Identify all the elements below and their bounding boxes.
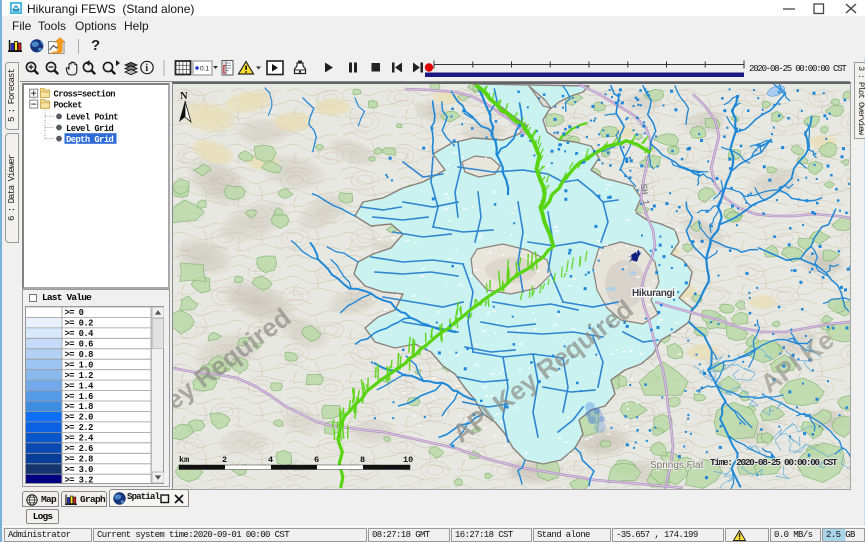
svg-text:>= 1.4: >= 1.4 — [65, 381, 95, 391]
svg-text:>= 1.8: >= 1.8 — [65, 402, 94, 412]
svg-text:Level Point: Level Point — [66, 113, 118, 123]
svg-text:Pocket: Pocket — [54, 101, 83, 111]
svg-text:2020-08-25 00:00:00 CST: 2020-08-25 00:00:00 CST — [749, 64, 847, 74]
svg-text:>= 2.0: >= 2.0 — [65, 413, 94, 423]
svg-text:km: km — [179, 455, 189, 465]
svg-text:>= 0.8: >= 0.8 — [65, 350, 94, 360]
svg-text:Depth Grid: Depth Grid — [66, 135, 114, 145]
svg-text:>= 0.2: >= 0.2 — [65, 319, 94, 329]
svg-text:>= 2.8: >= 2.8 — [65, 455, 94, 465]
svg-text:10: 10 — [403, 455, 413, 465]
svg-text:Cross=section: Cross=section — [54, 90, 116, 100]
svg-text:>= 2.2: >= 2.2 — [65, 423, 94, 433]
svg-text:Level Grid: Level Grid — [66, 124, 114, 134]
svg-text:[: [ — [223, 64, 226, 74]
svg-text:>= 2.6: >= 2.6 — [65, 444, 94, 454]
svg-text:>= 0.4: >= 0.4 — [65, 329, 95, 339]
svg-text:>= 3.0: >= 3.0 — [65, 465, 94, 475]
svg-text:N: N — [180, 91, 188, 102]
svg-text:4: 4 — [268, 455, 273, 465]
svg-text:Hikurangi: Hikurangi — [632, 288, 675, 299]
svg-text:>= 1.6: >= 1.6 — [65, 392, 94, 402]
svg-text:2: 2 — [222, 455, 227, 465]
svg-text:>= 0: >= 0 — [65, 308, 84, 318]
svg-text:>= 1.2: >= 1.2 — [65, 371, 94, 381]
svg-text:>= 0.6: >= 0.6 — [65, 340, 94, 350]
svg-text:Time: 2020-08-25 00:00:00 CST: Time: 2020-08-25 00:00:00 CST — [710, 457, 838, 468]
svg-text:>= 3.2: >= 3.2 — [65, 475, 94, 484]
svg-text:6: 6 — [314, 455, 319, 465]
svg-text:>= 2.4: >= 2.4 — [65, 434, 95, 444]
svg-text:i: i — [145, 63, 148, 74]
svg-text:>= 1.0: >= 1.0 — [65, 361, 94, 371]
svg-text:8: 8 — [360, 455, 365, 465]
svg-text:Springs Flat: Springs Flat — [650, 460, 704, 471]
svg-text:0.1: 0.1 — [200, 66, 209, 73]
